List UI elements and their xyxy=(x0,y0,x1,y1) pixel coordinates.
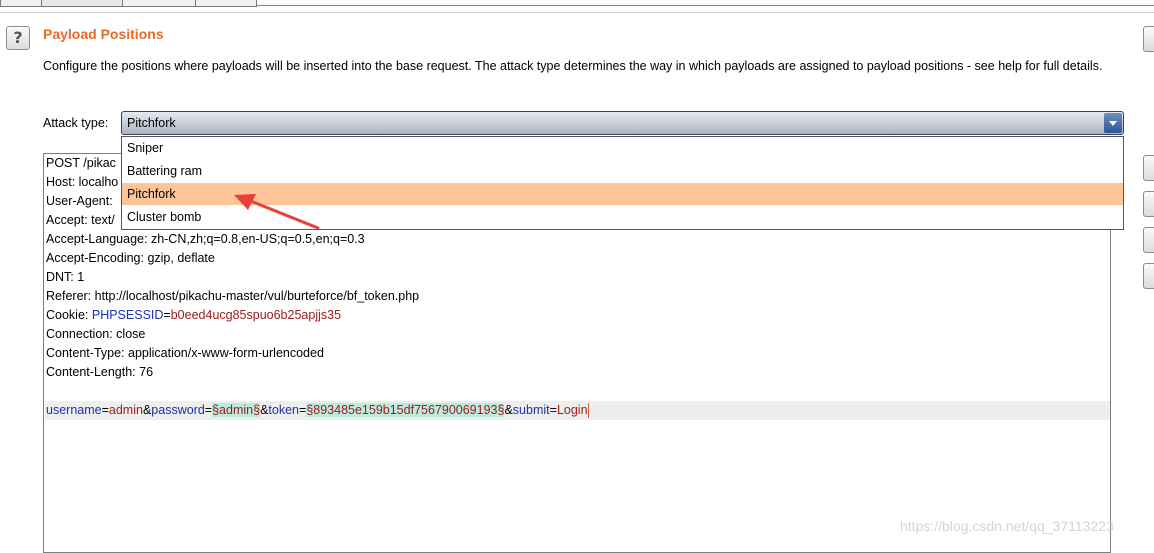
panel-title: Payload Positions xyxy=(43,26,164,42)
param-eq: = xyxy=(549,403,557,417)
header-cookie: Cookie: PHPSESSID=b0eed4ucg85spuo6b25apj… xyxy=(46,306,341,325)
cookie-name: PHPSESSID xyxy=(91,308,164,322)
attack-type-label: Attack type: xyxy=(43,116,109,130)
text-caret xyxy=(587,403,589,419)
header-accept-encoding: Accept-Encoding: gzip, deflate xyxy=(46,251,215,265)
header-accept: Accept: text/ xyxy=(46,213,115,227)
dropdown-arrow-icon[interactable] xyxy=(1104,113,1122,133)
tab-positions[interactable] xyxy=(41,0,123,7)
divider xyxy=(0,12,1154,13)
help-icon[interactable]: ? xyxy=(6,26,30,50)
panel-description: Configure the positions where payloads w… xyxy=(43,59,1103,73)
param-submit-name: submit xyxy=(512,403,550,417)
cookie-value: b0eed4ucg85spuo6b25apjjs35 xyxy=(170,308,342,322)
param-submit-value: Login xyxy=(556,403,588,417)
cookie-label: Cookie: xyxy=(46,308,92,322)
header-host: Host: localho xyxy=(46,175,119,189)
header-dnt: DNT: 1 xyxy=(46,270,85,284)
param-token-name: token xyxy=(268,403,299,417)
request-line: POST /pikac xyxy=(46,156,116,170)
tab-options[interactable] xyxy=(195,0,257,7)
watermark: https://blog.csdn.net/qq_37113223 xyxy=(900,518,1114,534)
header-accept-language: Accept-Language: zh-CN,zh;q=0.8,en-US;q=… xyxy=(46,232,365,246)
tab-payloads[interactable] xyxy=(122,0,196,7)
side-button-add[interactable] xyxy=(1143,155,1154,181)
side-button-refresh[interactable] xyxy=(1143,263,1154,289)
param-username-value: admin xyxy=(108,403,143,417)
payload-position-password[interactable]: §admin§ xyxy=(212,403,261,417)
payload-position-token[interactable]: §893485e159b15df756790069193§ xyxy=(306,403,505,417)
header-connection: Connection: close xyxy=(46,327,146,341)
param-username-name: username xyxy=(46,403,102,417)
option-pitchfork[interactable]: Pitchfork xyxy=(122,183,1123,205)
side-button-top[interactable] xyxy=(1143,26,1154,52)
request-body: username=admin&password=§admin§&token=§8… xyxy=(46,401,589,420)
header-content-length: Content-Length: 76 xyxy=(46,365,154,379)
option-battering-ram[interactable]: Battering ram xyxy=(122,160,1123,182)
attack-type-value: Pitchfork xyxy=(127,116,176,130)
attack-type-select[interactable]: Pitchfork xyxy=(121,111,1124,135)
side-button-clear[interactable] xyxy=(1143,191,1154,217)
param-amp: & xyxy=(504,403,513,417)
top-tab-strip xyxy=(0,0,1154,8)
param-eq: = xyxy=(101,403,109,417)
tab-1[interactable] xyxy=(0,0,42,7)
header-user-agent: User-Agent: xyxy=(46,194,117,208)
option-sniper[interactable]: Sniper xyxy=(122,137,1123,159)
cookie-eq: = xyxy=(163,308,171,322)
header-referer: Referer: http://localhost/pikachu-master… xyxy=(46,289,420,303)
side-button-auto[interactable] xyxy=(1143,227,1154,253)
attack-type-dropdown-list[interactable]: Sniper Battering ram Pitchfork Cluster b… xyxy=(121,136,1124,230)
param-password-name: password xyxy=(151,403,205,417)
param-eq: = xyxy=(204,403,213,417)
header-content-type: Content-Type: application/x-www-form-url… xyxy=(46,346,324,360)
option-cluster-bomb[interactable]: Cluster bomb xyxy=(122,206,1123,228)
